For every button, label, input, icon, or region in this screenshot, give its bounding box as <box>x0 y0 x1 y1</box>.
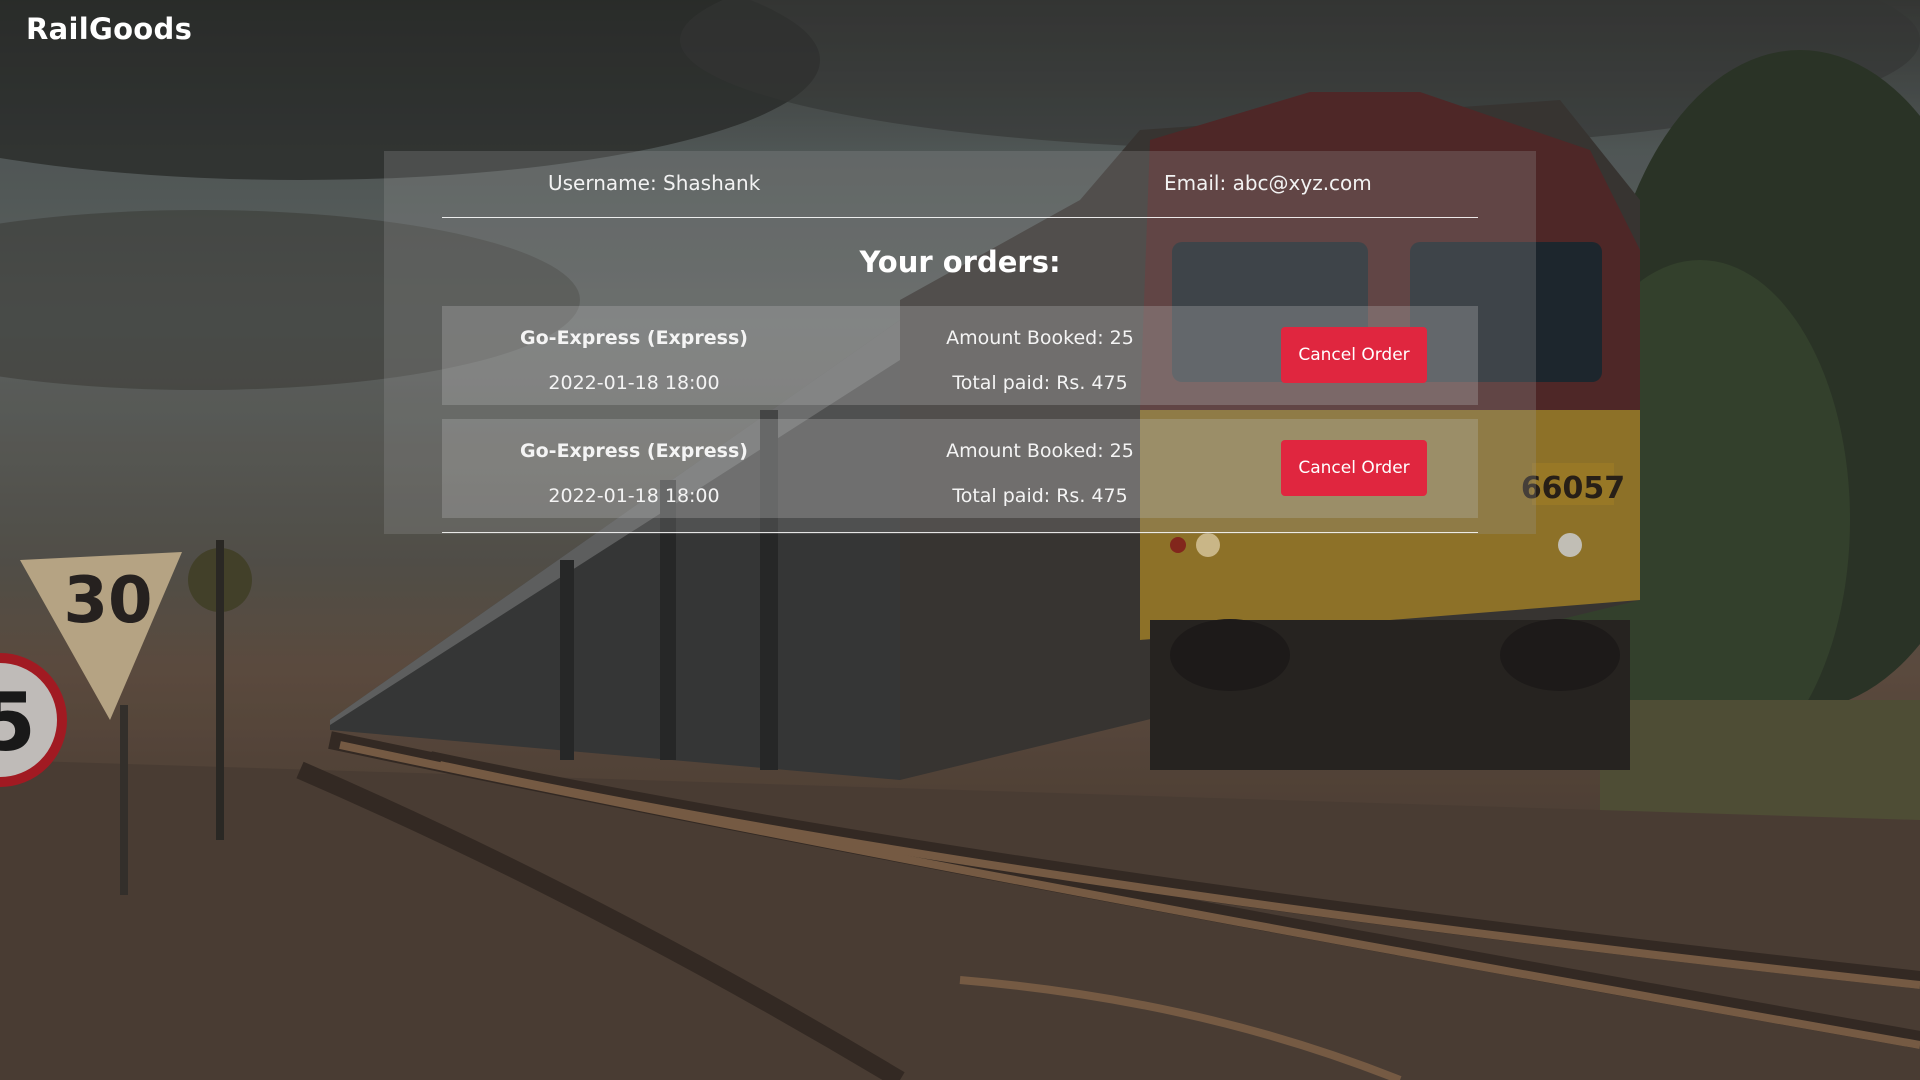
order-total-paid: Total paid: Rs. 475 <box>952 485 1128 507</box>
order-total-paid: Total paid: Rs. 475 <box>952 372 1128 394</box>
order-amount-booked: Amount Booked: 25 <box>946 327 1134 349</box>
order-train-name: Go-Express (Express) <box>520 327 748 349</box>
order-train-name: Go-Express (Express) <box>520 440 748 462</box>
order-amount-booked: Amount Booked: 25 <box>946 440 1134 462</box>
cancel-order-button[interactable]: Cancel Order <box>1281 327 1427 383</box>
order-card: Go-Express (Express) 2022-01-18 18:00 Am… <box>442 306 1478 405</box>
order-datetime: 2022-01-18 18:00 <box>548 372 720 394</box>
user-info-row: Username: Shashank Email: abc@xyz.com <box>442 151 1478 218</box>
order-card: Go-Express (Express) 2022-01-18 18:00 Am… <box>442 419 1478 518</box>
orders-heading: Your orders: <box>859 245 1061 279</box>
orders-bottom-divider <box>442 532 1478 533</box>
cancel-order-button[interactable]: Cancel Order <box>1281 440 1427 496</box>
brand-logo[interactable]: RailGoods <box>26 12 192 46</box>
email-label: Email: abc@xyz.com <box>1164 171 1372 195</box>
order-datetime: 2022-01-18 18:00 <box>548 485 720 507</box>
orders-panel: Username: Shashank Email: abc@xyz.com Yo… <box>384 151 1536 534</box>
username-label: Username: Shashank <box>548 171 761 195</box>
